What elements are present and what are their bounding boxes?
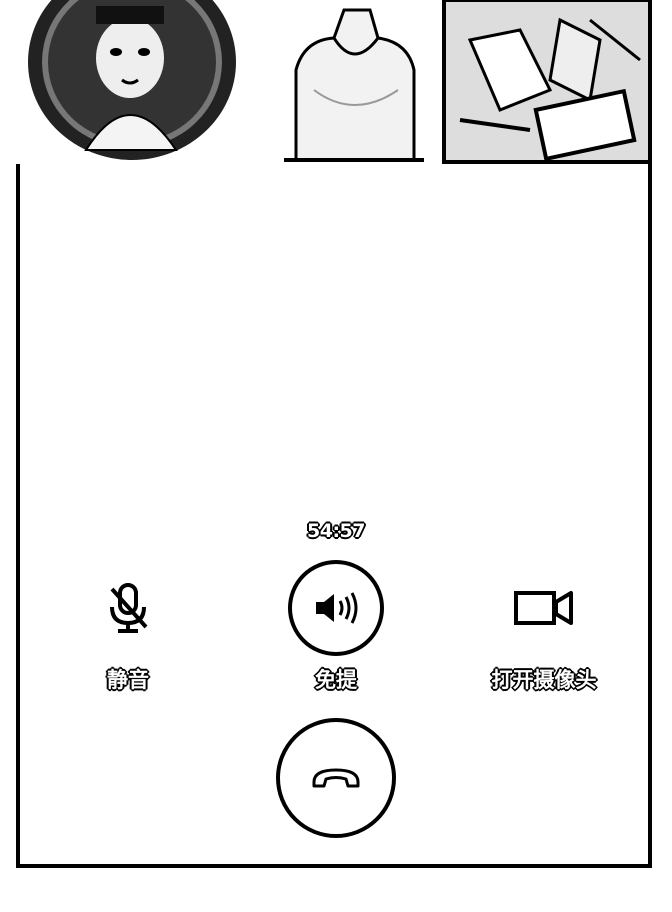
mic-off-icon [80, 560, 176, 656]
participant-strip [16, 0, 656, 166]
call-duration: 54:57 [307, 520, 365, 542]
video-camera-icon [496, 560, 592, 656]
participant-avatar-3[interactable] [440, 0, 656, 164]
phone-hangup-icon [312, 768, 360, 788]
participant-avatar-2[interactable] [274, 0, 434, 164]
mute-button[interactable]: 静音 [48, 560, 208, 700]
hangup-button[interactable] [276, 718, 396, 838]
camera-button[interactable]: 打开摄像头 [464, 560, 624, 700]
mute-label: 静音 [107, 668, 149, 692]
speaker-icon [288, 560, 384, 656]
speaker-button[interactable]: 免提 [256, 560, 416, 700]
speaker-label: 免提 [315, 668, 357, 692]
participant-avatar-1[interactable] [16, 0, 238, 164]
camera-label: 打开摄像头 [491, 668, 597, 692]
